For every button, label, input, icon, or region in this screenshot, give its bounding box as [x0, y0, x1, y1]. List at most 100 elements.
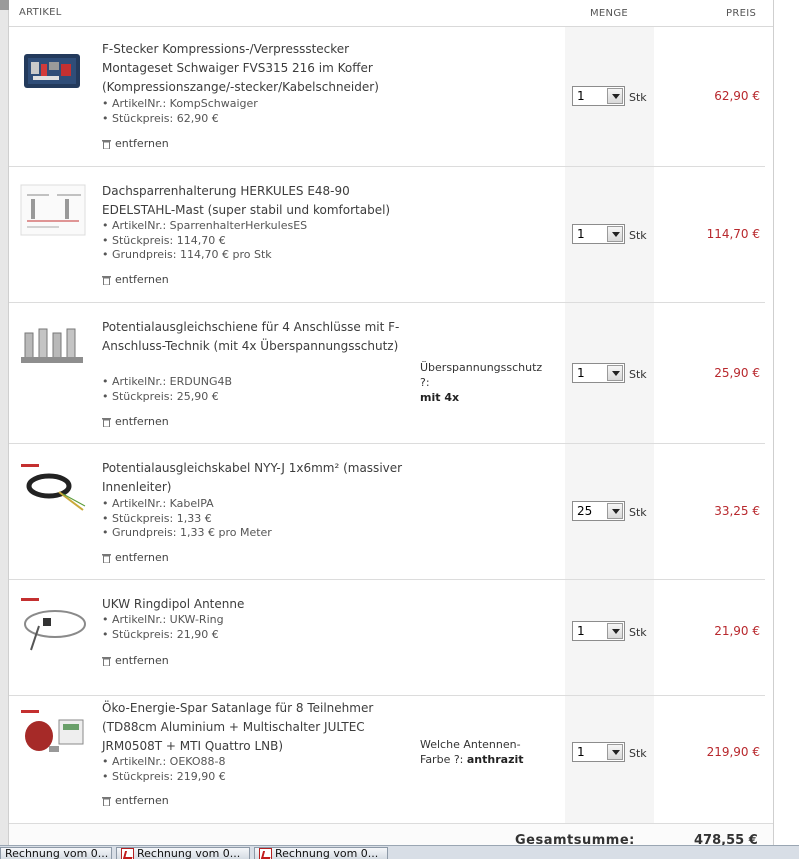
item-article-number: ArtikelNr.: ERDUNG4B [102, 375, 232, 390]
taskbar-item-label: Rechnung vom 0... [275, 847, 379, 859]
trash-icon [102, 656, 111, 666]
item-title[interactable]: Potentialausgleichskabel NYY-J 1x6mm² (m… [102, 459, 412, 497]
unit-label: Stk [629, 229, 647, 242]
ground-block-image [21, 328, 83, 363]
item-price: 62,90 € [714, 89, 760, 103]
taskbar-item[interactable]: Rechnung vom 0... [254, 847, 388, 859]
item-details: ArtikelNr.: KompSchwaiger Stückpreis: 62… [102, 97, 258, 126]
item-details: ArtikelNr.: OEKO88-8 Stückpreis: 219,90 … [102, 755, 226, 784]
quantity-select[interactable]: 1 [572, 621, 625, 641]
trash-icon [102, 553, 111, 563]
item-title[interactable]: Potentialausgleichschiene für 4 Anschlüs… [102, 318, 412, 356]
item-unit-price: Stückpreis: 21,90 € [102, 628, 224, 643]
quantity-value: 1 [577, 745, 585, 759]
column-header-quantity: MENGE [590, 8, 628, 19]
taskbar: Rechnung vom 0... Rechnung vom 0... Rech… [0, 845, 799, 859]
taskbar-item[interactable]: Rechnung vom 0... [0, 847, 112, 859]
item-unit-price: Stückpreis: 25,90 € [102, 390, 232, 405]
item-title[interactable]: F-Stecker Kompressions-/Verpressstecker … [102, 40, 412, 97]
cart-row: F-Stecker Kompressions-/Verpressstecker … [9, 27, 765, 167]
remove-label: entfernen [115, 415, 169, 428]
remove-label: entfernen [115, 654, 169, 667]
trash-icon [102, 139, 111, 149]
unit-label: Stk [629, 747, 647, 760]
chevron-down-icon[interactable] [607, 365, 623, 381]
trash-icon [102, 796, 111, 806]
total-row [9, 823, 773, 845]
item-article-number: ArtikelNr.: KabelPA [102, 497, 272, 512]
scrollbar-track[interactable] [773, 0, 799, 845]
pdf-icon [121, 848, 134, 859]
item-article-number: ArtikelNr.: SparrenhalterHerkulesES [102, 219, 307, 234]
unit-label: Stk [629, 626, 647, 639]
quantity-value: 1 [577, 227, 585, 241]
mount-diagram-image [20, 184, 86, 236]
chevron-down-icon[interactable] [607, 226, 623, 242]
chevron-down-icon[interactable] [607, 744, 623, 760]
item-article-number: ArtikelNr.: UKW-Ring [102, 613, 224, 628]
quantity-value: 25 [577, 504, 593, 518]
item-article-number: ArtikelNr.: KompSchwaiger [102, 97, 258, 112]
taskbar-item-label: Rechnung vom 0... [137, 847, 241, 859]
unit-label: Stk [629, 91, 647, 104]
quantity-value: 1 [577, 89, 585, 103]
window-left-border [0, 0, 9, 845]
taskbar-item[interactable]: Rechnung vom 0... [116, 847, 250, 859]
cart-row: UKW Ringdipol Antenne ArtikelNr.: UKW-Ri… [9, 580, 765, 696]
item-details: ArtikelNr.: KabelPA Stückpreis: 1,33 € G… [102, 497, 272, 541]
quantity-select[interactable]: 1 [572, 86, 625, 106]
item-details: ArtikelNr.: SparrenhalterHerkulesES Stüc… [102, 219, 307, 263]
remove-button[interactable]: entfernen [102, 794, 169, 807]
taskbar-item-label: Rechnung vom 0... [5, 847, 109, 859]
item-details: ArtikelNr.: ERDUNG4B Stückpreis: 25,90 € [102, 375, 232, 404]
unit-label: Stk [629, 506, 647, 519]
item-option: Welche Antennen-Farbe ?: anthrazit [420, 737, 540, 767]
remove-button[interactable]: entfernen [102, 654, 169, 667]
item-unit-price: Stückpreis: 62,90 € [102, 112, 258, 127]
item-unit-price: Stückpreis: 219,90 € [102, 770, 226, 785]
quantity-select[interactable]: 1 [572, 224, 625, 244]
cable-coil-image [21, 464, 86, 511]
item-title[interactable]: Öko-Energie-Spar Satanlage für 8 Teilneh… [102, 699, 412, 756]
cart-header: ARTIKEL MENGE PREIS [9, 0, 773, 27]
option-value: mit 4x [420, 391, 460, 404]
remove-button[interactable]: entfernen [102, 415, 169, 428]
cart-row: Potentialausgleichskabel NYY-J 1x6mm² (m… [9, 444, 765, 580]
item-base-price: Grundpreis: 114,70 € pro Stk [102, 248, 307, 263]
sat-dish-image [21, 710, 84, 752]
pdf-icon [259, 848, 272, 859]
remove-button[interactable]: entfernen [102, 551, 169, 564]
item-title[interactable]: Dachsparrenhalterung HERKULES E48-90 EDE… [102, 182, 412, 220]
remove-button[interactable]: entfernen [102, 137, 169, 150]
unit-label: Stk [629, 368, 647, 381]
item-price: 33,25 € [714, 504, 760, 518]
item-details: ArtikelNr.: UKW-Ring Stückpreis: 21,90 € [102, 613, 224, 642]
remove-label: entfernen [115, 794, 169, 807]
item-option: Überspannungsschutz ?: mit 4x [420, 360, 550, 405]
column-header-article: ARTIKEL [19, 7, 62, 18]
option-label: Überspannungsschutz ?: [420, 361, 543, 389]
tool-case-image [24, 54, 80, 88]
cart-row: Öko-Energie-Spar Satanlage für 8 Teilneh… [9, 696, 765, 823]
item-article-number: ArtikelNr.: OEKO88-8 [102, 755, 226, 770]
cart-row: Dachsparrenhalterung HERKULES E48-90 EDE… [9, 167, 765, 303]
item-title[interactable]: UKW Ringdipol Antenne [102, 595, 412, 614]
chevron-down-icon[interactable] [607, 503, 623, 519]
quantity-value: 1 [577, 624, 585, 638]
chevron-down-icon[interactable] [607, 623, 623, 639]
item-unit-price: Stückpreis: 114,70 € [102, 234, 307, 249]
quantity-select[interactable]: 1 [572, 363, 625, 383]
ring-antenna-image [21, 598, 86, 651]
column-header-price: PREIS [726, 8, 757, 19]
remove-label: entfernen [115, 551, 169, 564]
item-price: 21,90 € [714, 624, 760, 638]
item-price: 114,70 € [706, 227, 760, 241]
cart-row: Potentialausgleichschiene für 4 Anschlüs… [9, 303, 765, 444]
remove-label: entfernen [115, 137, 169, 150]
quantity-select[interactable]: 1 [572, 742, 625, 762]
remove-button[interactable]: entfernen [102, 273, 169, 286]
chevron-down-icon[interactable] [607, 88, 623, 104]
remove-label: entfernen [115, 273, 169, 286]
quantity-select[interactable]: 25 [572, 501, 625, 521]
window-corner [0, 0, 9, 10]
